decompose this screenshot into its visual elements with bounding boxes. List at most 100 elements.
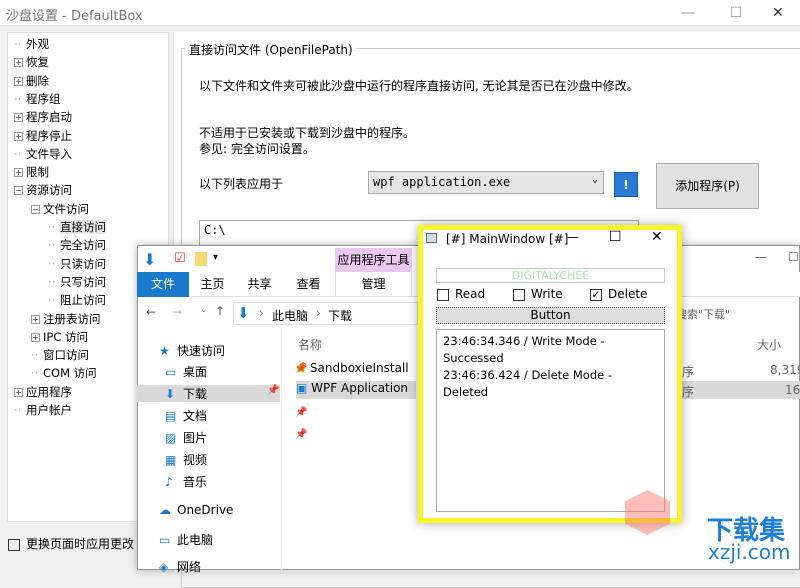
folder-icon[interactable] xyxy=(195,252,207,266)
file-row-selected-ext[interactable] xyxy=(680,381,800,399)
mw-minimize[interactable]: — xyxy=(567,230,579,244)
tree-item[interactable]: ·· 阻止访问 xyxy=(48,292,106,308)
note: 不适用于已安装或下载到沙盘中的程序。 xyxy=(199,126,416,140)
nav-item[interactable]: ◈ 网络 xyxy=(159,558,201,575)
file-row-selected[interactable]: ▣ WPF Application xyxy=(296,381,416,399)
divider xyxy=(281,330,282,570)
expand-icon[interactable]: + xyxy=(14,58,23,68)
tree-item[interactable]: + 限制 xyxy=(14,164,49,180)
forward-icon[interactable]: → xyxy=(172,305,182,319)
collapse-icon[interactable]: − xyxy=(14,186,23,196)
nav-item[interactable]: ☁ OneDrive xyxy=(159,503,233,517)
tree-item-label: 资源访问 xyxy=(26,183,72,198)
nav-item[interactable]: ▤ 文档 📌 xyxy=(165,407,307,424)
tree-item[interactable]: + 程序启动 xyxy=(14,109,72,125)
expand-icon[interactable]: + xyxy=(14,131,23,141)
tree-item[interactable]: + 删除 xyxy=(14,73,49,89)
tab-home[interactable]: 主页 xyxy=(190,272,235,297)
up-icon[interactable]: ↑ xyxy=(215,304,225,318)
tree-item[interactable]: ·· 完全访问 xyxy=(48,237,106,253)
add-program-button[interactable]: 添加程序(P) xyxy=(656,163,759,209)
expand-icon[interactable]: + xyxy=(31,314,40,324)
tree-item-label: 外观 xyxy=(26,37,49,51)
tab-view[interactable]: 查看 xyxy=(286,272,331,297)
download-icon: ⬇ xyxy=(237,304,250,322)
text-box[interactable]: DIGITALYCHEE xyxy=(436,268,665,283)
separator-icon: › xyxy=(259,306,264,320)
nav-icon: ▭ xyxy=(159,533,171,547)
breadcrumb-item[interactable]: 下载 xyxy=(328,307,352,324)
tree-item[interactable]: − 资源访问 xyxy=(14,182,72,198)
log-list[interactable]: 23:46:34.346 / Write Mode - Successed 23… xyxy=(436,329,665,512)
column-size[interactable]: 大小 xyxy=(757,336,781,353)
properties-icon[interactable]: ☑ xyxy=(174,251,186,266)
file-row[interactable]: ✿ SandboxieInstall xyxy=(296,361,416,379)
tree-item[interactable]: + 恢复 xyxy=(14,54,49,70)
action-button[interactable]: Button xyxy=(436,307,665,324)
breadcrumb-item[interactable]: 此电脑 xyxy=(272,307,308,324)
tree-item[interactable]: ·· 文件导入 xyxy=(14,146,72,162)
expand-icon[interactable]: + xyxy=(14,76,23,86)
explorer-minimize[interactable]: — xyxy=(755,250,767,264)
recent-icon[interactable]: ⌄ xyxy=(200,305,208,315)
tree-item[interactable]: ·· 只读访问 xyxy=(48,256,106,272)
tree-item[interactable]: ·· COM 访问 xyxy=(31,365,97,381)
tree-item[interactable]: + 应用程序 xyxy=(14,384,72,400)
read-checkbox[interactable]: Read xyxy=(437,287,485,301)
tree-line-icon: ·· xyxy=(48,293,56,308)
tree-item[interactable]: ·· 程序组 xyxy=(14,91,61,107)
tree-item[interactable]: ·· 直接访问 xyxy=(48,219,106,235)
nav-item[interactable]: ♪ 音乐 xyxy=(165,473,207,490)
chevron-down-icon: ⌄ xyxy=(591,174,598,185)
customize-icon[interactable]: ▾ xyxy=(213,252,218,263)
nav-label: 网络 xyxy=(177,560,202,574)
write-checkbox[interactable]: Write xyxy=(513,287,563,301)
pin-icon[interactable]: 📌 xyxy=(267,385,279,396)
tree-item-label: 只写访问 xyxy=(60,274,106,289)
nav-item[interactable]: ★ 快速访问 xyxy=(159,342,225,359)
tree-item[interactable]: + 注册表访问 xyxy=(31,311,101,327)
program-select[interactable]: wpf application.exe ⌄ xyxy=(368,171,604,194)
expand-icon[interactable]: + xyxy=(14,113,23,123)
back-icon[interactable]: ← xyxy=(146,305,156,319)
minimize-button[interactable]: — xyxy=(668,2,708,24)
tab-file[interactable]: 文件 xyxy=(137,272,189,297)
checkmark-icon: ✓ xyxy=(590,287,602,301)
close-button[interactable]: ✕ xyxy=(758,2,798,24)
mw-maximize[interactable]: ☐ xyxy=(609,229,622,245)
nav-item[interactable]: ▭ 此电脑 xyxy=(159,531,213,548)
explorer-maximize[interactable]: ☐ xyxy=(788,250,799,264)
collapse-icon[interactable]: − xyxy=(31,204,40,214)
tab-share[interactable]: 共享 xyxy=(237,272,282,297)
delete-checkbox[interactable]: ✓ Delete xyxy=(590,287,647,301)
tree-item-label: 删除 xyxy=(26,73,49,88)
tree-item[interactable]: + 程序停止 xyxy=(14,128,72,144)
pin-icon[interactable]: 📌 xyxy=(295,407,307,418)
tree-item[interactable]: ·· 只写访问 xyxy=(48,274,106,290)
pin-icon[interactable]: 📌 xyxy=(295,429,307,440)
tree-item-label: 程序启动 xyxy=(26,110,72,125)
nav-item[interactable]: ▦ 视频 xyxy=(165,451,207,468)
column-name[interactable]: 名称 xyxy=(298,336,322,353)
expand-icon[interactable]: + xyxy=(14,168,23,178)
info-button[interactable]: ! xyxy=(614,172,638,197)
apply-on-change-checkbox[interactable]: 更换页面时应用更改 xyxy=(8,535,134,552)
tree-item-label: 用户帐户 xyxy=(26,403,72,417)
tree-item[interactable]: + IPC 访问 xyxy=(31,329,88,345)
address-bar[interactable]: ⬇ › 此电脑 › 下载 xyxy=(233,302,418,325)
tree-item[interactable]: − 文件访问 xyxy=(31,201,89,217)
mw-close[interactable]: ✕ xyxy=(651,229,663,245)
tab-manage[interactable]: 管理 xyxy=(335,272,412,297)
tree-item-label: 文件导入 xyxy=(26,146,72,161)
expand-icon[interactable]: + xyxy=(14,387,23,397)
search-input[interactable]: 搜索"下载" xyxy=(676,306,730,322)
expand-icon[interactable]: + xyxy=(31,332,40,342)
tree-line-icon: ·· xyxy=(14,403,22,417)
tree-item[interactable]: ·· 外观 xyxy=(14,36,49,52)
maximize-button[interactable]: ☐ xyxy=(716,2,756,24)
nav-item[interactable]: ⬇ 下载 📌 xyxy=(137,385,280,402)
nav-item[interactable]: ▭ 桌面 📌 xyxy=(165,363,307,380)
tree-item[interactable]: ·· 用户帐户 xyxy=(14,402,72,418)
tree-item[interactable]: ·· 窗口访问 xyxy=(31,347,89,363)
nav-item[interactable]: ▨ 图片 📌 xyxy=(165,429,307,446)
